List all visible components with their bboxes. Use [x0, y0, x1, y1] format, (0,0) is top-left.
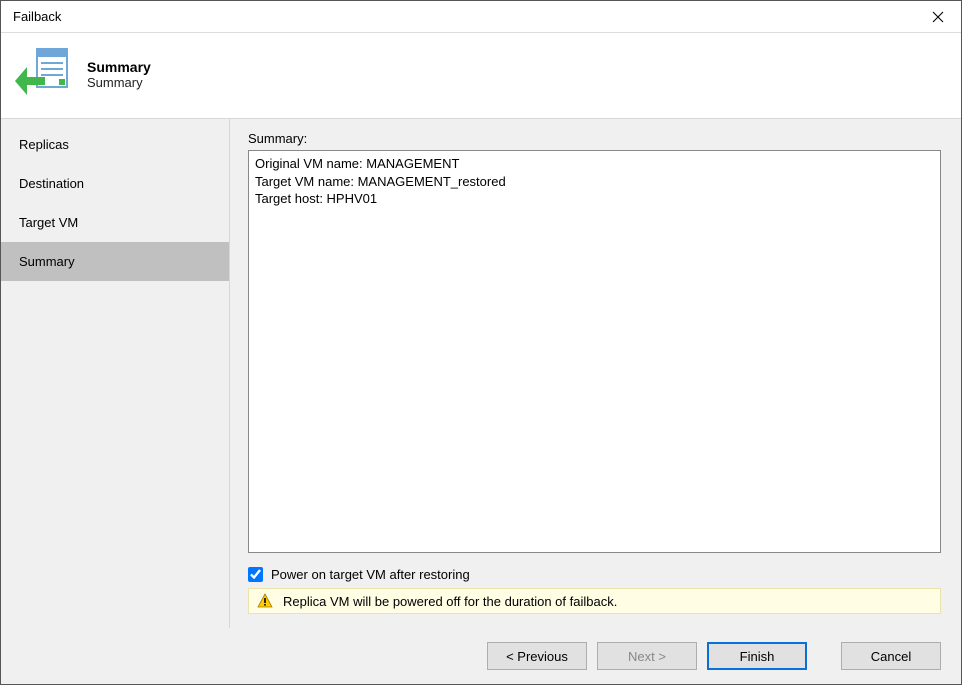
sidebar-item-replicas[interactable]: Replicas [1, 125, 229, 164]
power-on-checkbox-label: Power on target VM after restoring [271, 567, 470, 582]
power-on-checkbox-row[interactable]: Power on target VM after restoring [248, 567, 941, 582]
sidebar-item-label: Replicas [19, 137, 69, 152]
wizard-header: Summary Summary [1, 33, 961, 118]
failback-icon [15, 47, 73, 102]
page-subtitle: Summary [87, 75, 151, 90]
sidebar-item-label: Destination [19, 176, 84, 191]
close-button[interactable] [915, 1, 961, 33]
wizard-header-texts: Summary Summary [87, 59, 151, 90]
wizard-body: Replicas Destination Target VM Summary S… [1, 118, 961, 628]
sidebar-item-label: Summary [19, 254, 75, 269]
sidebar-item-destination[interactable]: Destination [1, 164, 229, 203]
previous-button[interactable]: < Previous [487, 642, 587, 670]
warning-icon [257, 593, 273, 609]
power-on-checkbox[interactable] [248, 567, 263, 582]
next-button: Next > [597, 642, 697, 670]
close-icon [932, 11, 944, 23]
sidebar-item-label: Target VM [19, 215, 78, 230]
sidebar-item-target-vm[interactable]: Target VM [1, 203, 229, 242]
titlebar: Failback [1, 1, 961, 33]
warning-text: Replica VM will be powered off for the d… [283, 594, 617, 609]
wizard-content: Summary: Original VM name: MANAGEMENT Ta… [229, 119, 961, 628]
sidebar-item-summary[interactable]: Summary [1, 242, 229, 281]
summary-textarea[interactable]: Original VM name: MANAGEMENT Target VM n… [248, 150, 941, 553]
warning-banner: Replica VM will be powered off for the d… [248, 588, 941, 614]
cancel-button[interactable]: Cancel [841, 642, 941, 670]
wizard-steps-sidebar: Replicas Destination Target VM Summary [1, 119, 229, 628]
failback-wizard-window: Failback Summary Summary [0, 0, 962, 685]
finish-button[interactable]: Finish [707, 642, 807, 670]
window-title: Failback [13, 9, 915, 24]
page-title: Summary [87, 59, 151, 75]
wizard-footer: < Previous Next > Finish Cancel [1, 628, 961, 684]
summary-label: Summary: [248, 131, 941, 146]
